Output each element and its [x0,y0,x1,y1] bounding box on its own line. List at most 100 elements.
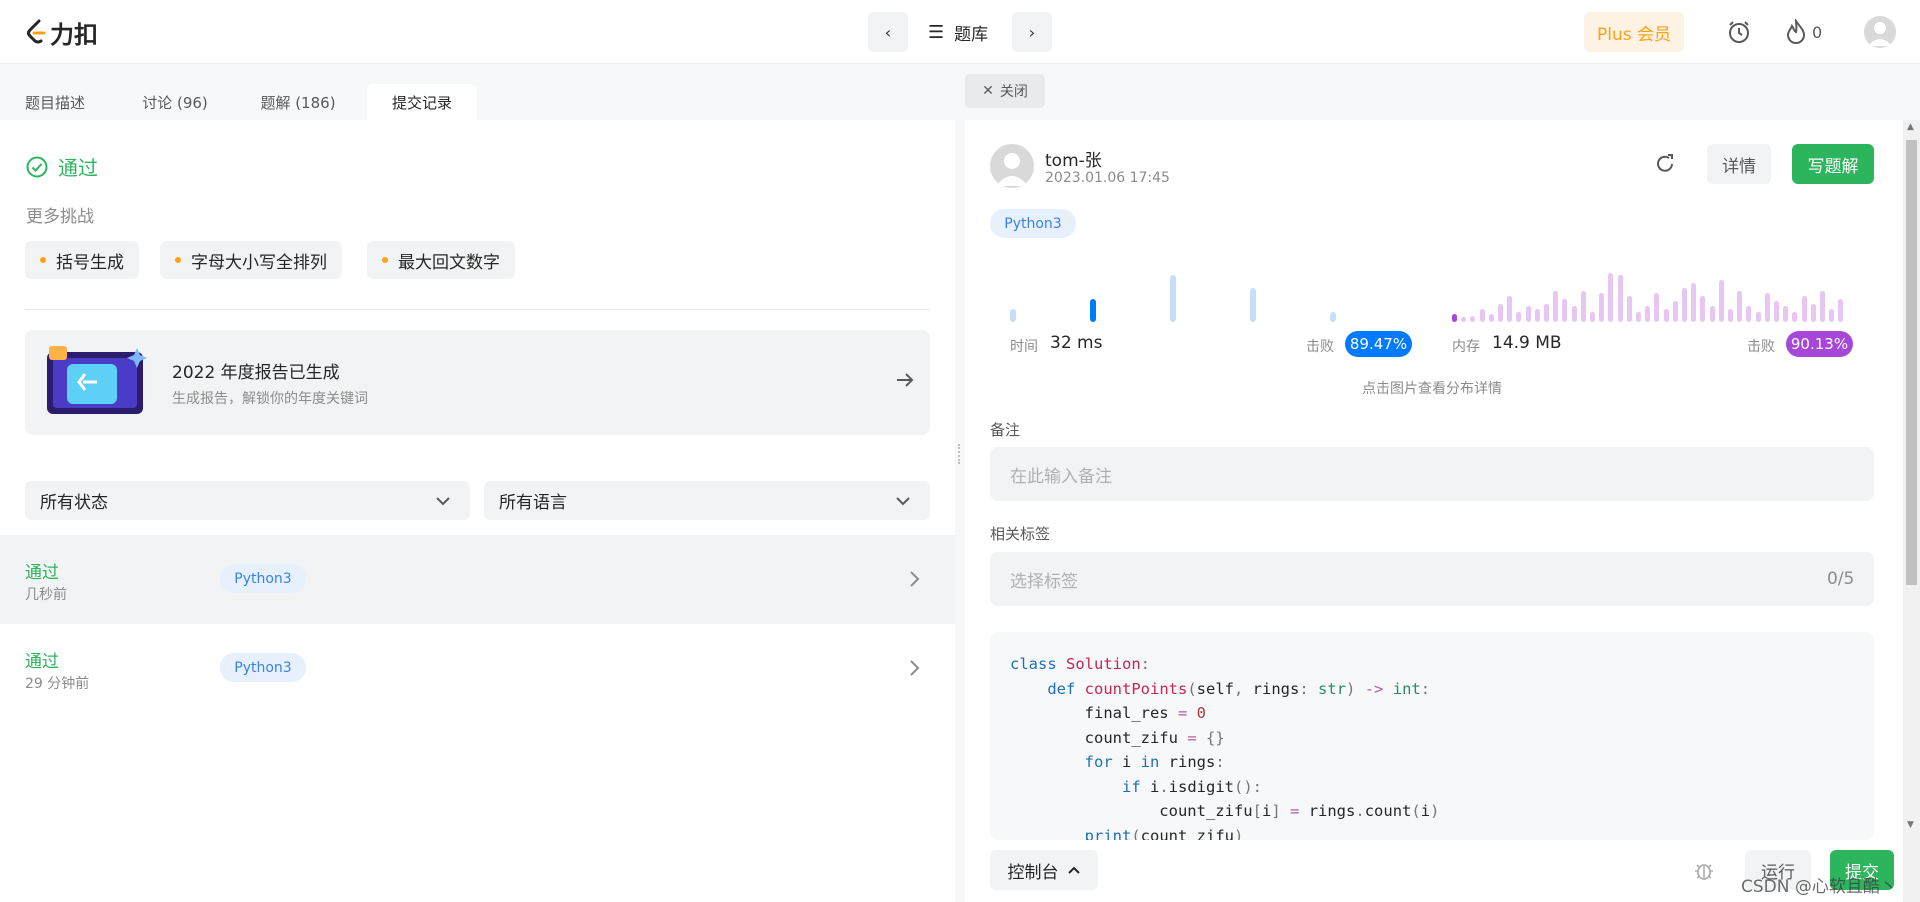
status-filter-select[interactable]: 所有状态 [25,481,470,520]
code-viewer[interactable]: class Solution: def countPoints(self, ri… [990,632,1874,840]
distribution-bar [1682,288,1687,322]
chart-hint: 点击图片查看分布详情 [1362,381,1502,397]
distribution-bar [1691,283,1697,322]
distribution-bar [1636,311,1641,322]
runtime-distribution-chart[interactable] [1010,252,1410,322]
distribution-bar [1599,293,1605,322]
avatar [990,144,1034,188]
problem-tabs: 题目描述 讨论 (96) 题解 (186) 提交记录 [0,64,955,120]
logo[interactable]: 力扣 [26,16,98,49]
tab-description[interactable]: 题目描述 [0,84,110,120]
debug-bug-icon[interactable] [1692,858,1716,886]
section-divider [25,309,930,310]
distribution-bar [1820,290,1825,322]
distribution-bar [1170,275,1176,322]
distribution-bar [1783,306,1789,322]
runtime-label: 时间 [1010,339,1038,355]
logo-text: 力扣 [50,20,98,49]
distribution-bar [1590,311,1595,322]
panel-resize-handle[interactable] [955,64,965,902]
streak-button[interactable]: 0 [1786,18,1822,46]
note-input[interactable]: 在此输入备注 [990,447,1874,501]
distribution-bar [1617,275,1623,322]
language-badge: Python3 [990,209,1076,238]
submission-time: 几秒前 [25,587,67,603]
username: tom-张 [1045,151,1102,171]
distribution-bar [1562,298,1568,322]
chevron-right-icon [910,660,920,676]
distribution-bar [1654,293,1660,322]
banner-subtitle: 生成报告，解锁你的年度关键词 [172,391,368,407]
list-icon: ☰ [928,21,945,43]
distribution-bar [1663,309,1669,322]
note-label: 备注 [990,421,1021,439]
scroll-down-icon[interactable]: ▼ [1907,820,1914,830]
memory-distribution-chart[interactable] [1452,252,1850,322]
challenge-chip[interactable]: 最大回文数字 [367,241,515,279]
runtime-beats-label: 击败 [1306,339,1334,355]
memory-label: 内存 [1452,339,1480,355]
submission-row[interactable]: 通过 29 分钟前 Python3 [0,624,955,713]
alarm-clock-icon[interactable] [1725,18,1753,46]
problem-bank-label: 题库 [954,24,989,45]
tags-select[interactable]: 选择标签 0/5 [990,552,1874,606]
distribution-bar [1755,311,1761,322]
distribution-bar [1330,311,1336,322]
distribution-bar [1700,296,1706,322]
submission-datetime: 2023.01.06 17:45 [1045,170,1170,186]
distribution-bar [1737,290,1743,322]
status-filter-value: 所有状态 [40,493,108,513]
console-label: 控制台 [1007,862,1059,883]
memory-beats-badge: 90.13% [1786,331,1853,357]
distribution-bar [1608,272,1614,322]
write-solution-button[interactable]: 写题解 [1792,144,1874,184]
submission-row[interactable]: 通过 几秒前 Python3 [0,535,955,624]
chevron-right-icon: › [1028,22,1036,42]
language-filter-select[interactable]: 所有语言 [484,481,930,520]
problem-bank-button[interactable]: ☰ 题库 [928,12,988,52]
distribution-bar [1801,296,1807,322]
close-detail-button[interactable]: ✕ 关闭 [965,74,1045,108]
banner-title: 2022 年度报告已生成 [172,363,340,383]
distribution-bar [1534,309,1540,322]
distribution-bar [1810,303,1816,322]
prev-problem-button[interactable]: ‹ [868,12,908,52]
challenge-label: 最大回文数字 [398,252,500,273]
challenge-chip[interactable]: 字母大小写全排列 [160,241,342,279]
dot-icon [382,257,388,263]
distribution-bar [1488,314,1494,322]
next-problem-button[interactable]: › [1012,12,1052,52]
distribution-bar [1250,288,1256,322]
distribution-bar [1718,280,1724,322]
distribution-bar [1498,303,1503,322]
close-icon: ✕ [982,83,994,99]
submission-status: 通过 [25,652,59,672]
distribution-bar [1764,293,1770,322]
tab-submissions[interactable]: 提交记录 [367,84,477,120]
annual-report-banner[interactable]: 2022 年度报告已生成 生成报告，解锁你的年度关键词 [25,330,930,435]
leetcode-logo-icon [27,19,46,44]
distribution-bar [1774,301,1779,322]
chevron-down-icon [896,497,910,506]
scrollbar-thumb[interactable] [1906,140,1917,585]
submission-status: 通过 [25,563,59,583]
plus-member-button[interactable]: Plus 会员 [1584,12,1684,52]
details-button[interactable]: 详情 [1707,144,1771,184]
language-badge: Python3 [220,564,306,593]
language-filter-value: 所有语言 [499,493,567,513]
tab-discussion[interactable]: 讨论 (96) [120,84,230,120]
chevron-up-icon [1067,866,1080,874]
challenge-label: 括号生成 [56,252,124,273]
challenge-chip[interactable]: 括号生成 [25,241,139,279]
console-button[interactable]: 控制台 [990,850,1098,890]
distribution-bar [1709,306,1715,322]
tab-solutions[interactable]: 题解 (186) [243,84,353,120]
distribution-bar [1525,306,1531,322]
scrollbar-track[interactable]: ▲ ▼ [1903,120,1920,902]
refresh-icon[interactable] [1654,153,1676,179]
distribution-bar [1746,306,1752,322]
user-avatar[interactable] [1864,16,1896,48]
memory-value: 14.9 MB [1492,333,1562,353]
streak-count: 0 [1812,22,1823,42]
scroll-up-icon[interactable]: ▲ [1907,122,1914,132]
